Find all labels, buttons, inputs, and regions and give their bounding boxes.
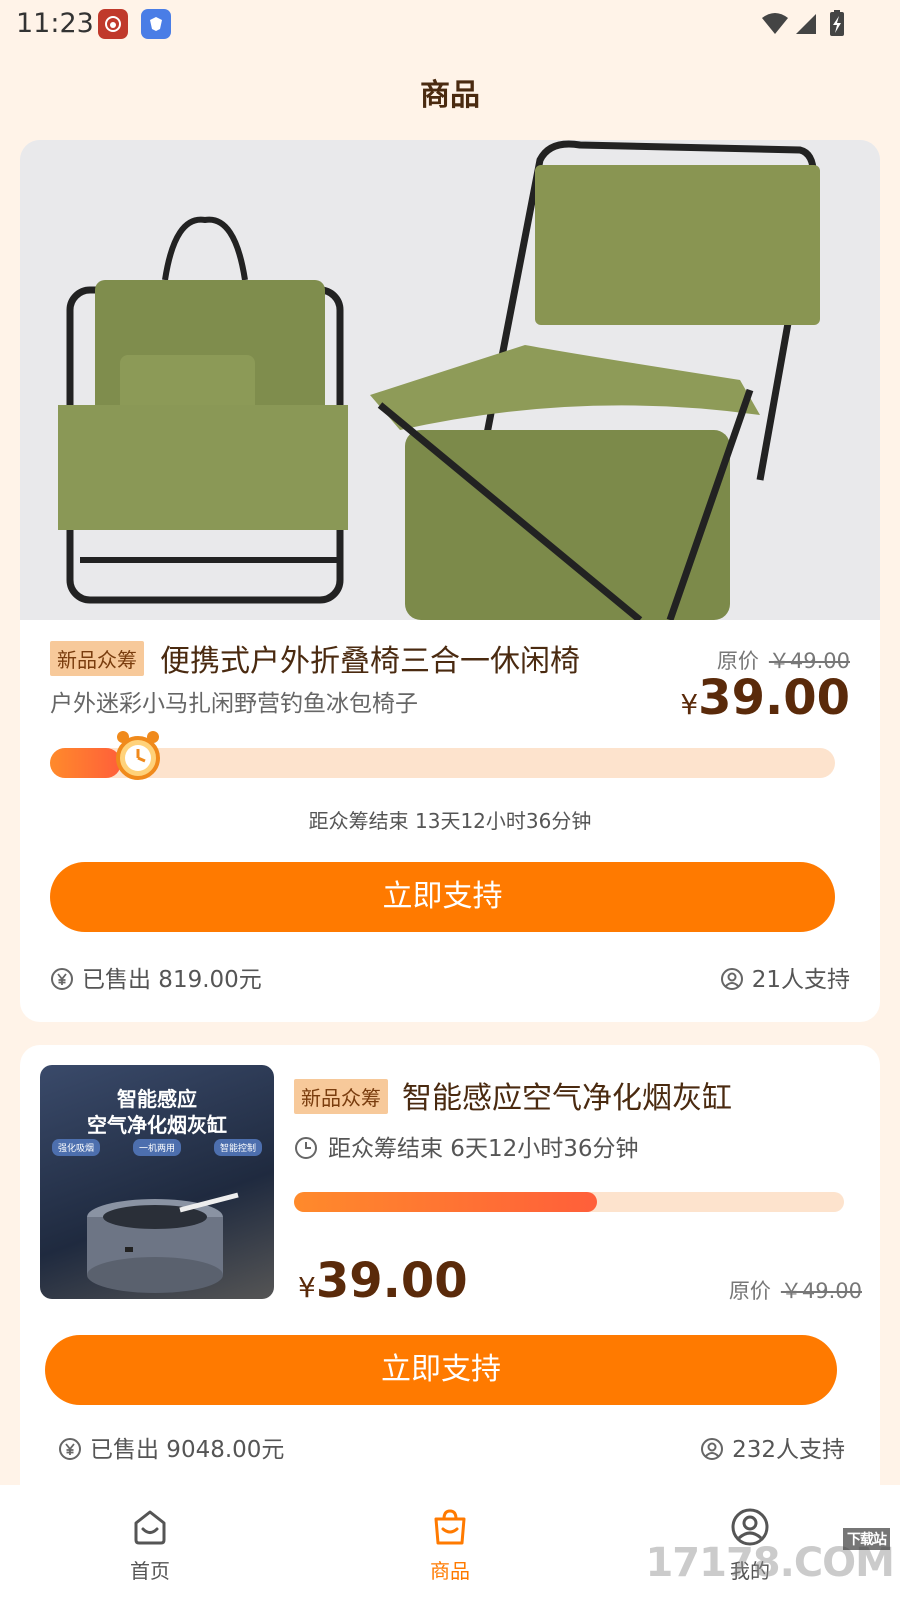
current-price: ¥39.00	[298, 1253, 468, 1309]
shopping-bag-icon	[434, 1509, 466, 1545]
price-value: 39.00	[315, 1253, 468, 1309]
crowdfunding-deadline: 距众筹结束 6天12小时36分钟	[294, 1129, 638, 1163]
support-now-button[interactable]: 立即支持	[50, 862, 835, 932]
status-bar: 11:23	[0, 0, 900, 50]
sold-amount: 已售出 819.00元	[50, 960, 262, 994]
thumbnail-title-line-2: 空气净化烟灰缸	[87, 1113, 227, 1137]
alarm-clock-icon	[116, 731, 160, 780]
user-circle-icon	[720, 968, 743, 990]
yen-coin-icon	[51, 968, 73, 990]
original-price-value: ￥49.00	[780, 1279, 862, 1303]
current-price: ¥39.00	[680, 670, 850, 726]
weibo-app-icon	[98, 9, 128, 39]
supporter-text: 232人支持	[732, 1437, 845, 1463]
nav-label-home: 首页	[130, 1559, 170, 1583]
thumbnail-tags: 强化吸烟 一机两用 智能控制	[52, 1139, 262, 1156]
product-thumbnail: 智能感应 空气净化烟灰缸 强化吸烟 一机两用 智能控制	[40, 1065, 274, 1299]
supporter-count: 232人支持	[700, 1430, 845, 1464]
thumbnail-title-line-1: 智能感应	[117, 1087, 197, 1111]
new-crowdfunding-badge: 新品众筹	[294, 1079, 388, 1114]
sold-amount: 已售出 9048.00元	[58, 1430, 284, 1464]
new-crowdfunding-badge: 新品众筹	[50, 641, 144, 676]
crowdfunding-progress-bar	[294, 1192, 844, 1212]
product-card[interactable]: 新品众筹 便携式户外折叠椅三合一休闲椅 户外迷彩小马扎闲野营钓鱼冰包椅子 原价 ￥…	[20, 140, 880, 1022]
currency-symbol: ¥	[298, 1271, 316, 1304]
original-price: 原价 ￥49.00	[729, 1275, 862, 1305]
supporter-count: 21人支持	[720, 960, 850, 994]
watermark-tag: 下载站	[843, 1528, 890, 1550]
bird-app-icon	[141, 9, 171, 39]
crowdfunding-deadline: 距众筹结束 13天12小时36分钟	[308, 809, 592, 833]
product-card[interactable]: 智能感应 空气净化烟灰缸 强化吸烟 一机两用 智能控制 新品众筹 智能感应空气净…	[20, 1045, 880, 1485]
price-value: 39.00	[698, 670, 850, 726]
deadline-text: 距众筹结束 6天12小时36分钟	[328, 1136, 639, 1162]
page-title: 商品	[420, 78, 480, 113]
home-icon	[134, 1510, 166, 1545]
watermark-logo: 17178.COM 下载站	[645, 1528, 895, 1586]
thumbnail-tag: 智能控制	[213, 1139, 262, 1156]
thumbnail-tag: 强化吸烟	[52, 1139, 101, 1156]
support-now-button[interactable]: 立即支持	[45, 1335, 837, 1405]
supporter-text: 21人支持	[751, 967, 850, 993]
currency-symbol: ¥	[680, 688, 699, 721]
nav-item-home[interactable]: 首页	[90, 1507, 210, 1584]
nav-label-goods: 商品	[430, 1559, 470, 1583]
original-price-label: 原价	[728, 1279, 771, 1303]
user-circle-icon	[701, 1438, 724, 1460]
product-subtitle: 户外迷彩小马扎闲野营钓鱼冰包椅子	[50, 691, 418, 717]
nav-item-goods[interactable]: 商品	[390, 1507, 510, 1584]
product-image	[20, 140, 880, 620]
sold-text: 已售出 819.00元	[82, 967, 262, 993]
status-time: 11:23	[16, 8, 94, 39]
thumbnail-tag: 一机两用	[132, 1139, 181, 1156]
clock-icon	[295, 1137, 317, 1159]
product-title[interactable]: 智能感应空气净化烟灰缸	[402, 1073, 732, 1117]
yen-coin-icon	[59, 1438, 81, 1460]
signal-battery-icon	[762, 10, 844, 36]
sold-text: 已售出 9048.00元	[90, 1437, 285, 1463]
progress-fill	[294, 1192, 597, 1212]
product-title[interactable]: 便携式户外折叠椅三合一休闲椅	[160, 636, 580, 680]
